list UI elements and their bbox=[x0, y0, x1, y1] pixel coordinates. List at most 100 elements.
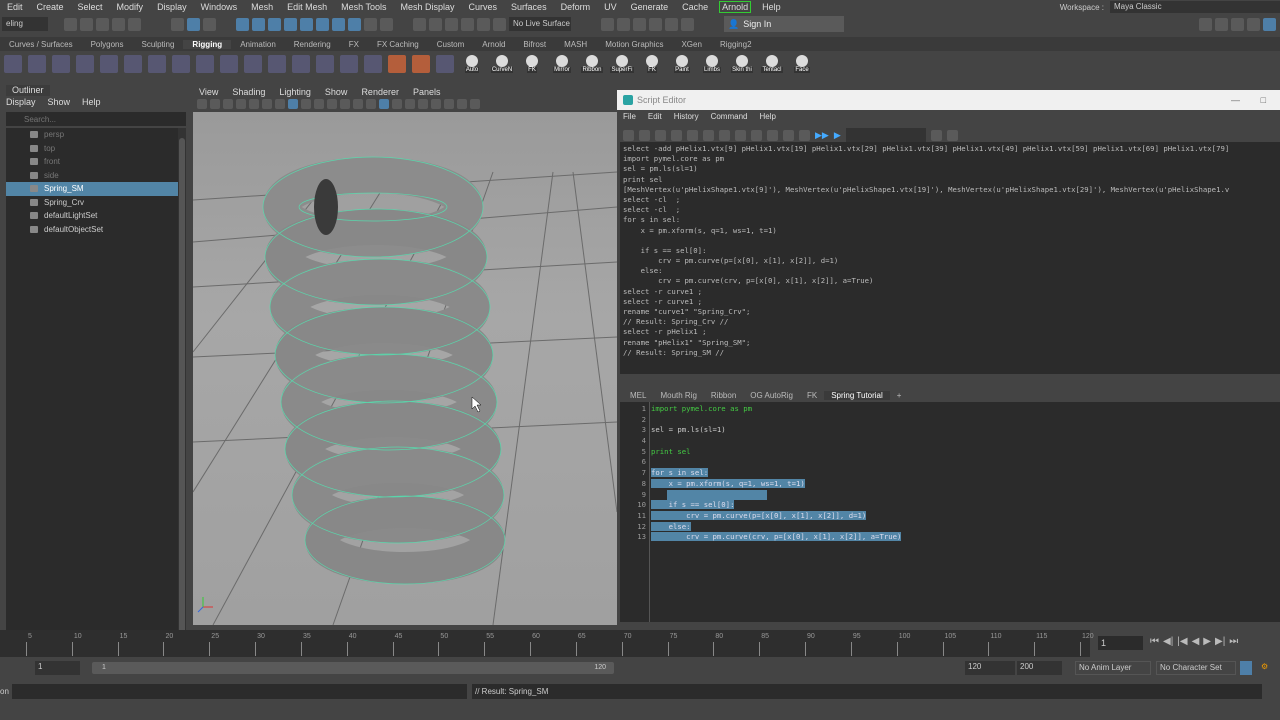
snap-icon[interactable] bbox=[316, 17, 329, 31]
safe-action-icon[interactable] bbox=[353, 99, 363, 109]
shelf-button-superfi[interactable]: SuperFi bbox=[610, 54, 634, 73]
xray-icon[interactable] bbox=[470, 99, 480, 109]
outliner-item-persp[interactable]: persp bbox=[6, 128, 178, 142]
snap-point-icon[interactable] bbox=[268, 17, 281, 31]
shelf-tool-icon[interactable] bbox=[412, 54, 430, 73]
outliner-menu-show[interactable]: Show bbox=[48, 97, 71, 107]
shelf-tab-rigging2[interactable]: Rigging2 bbox=[711, 40, 761, 49]
shelf-tab-curves-surfaces[interactable]: Curves / Surfaces bbox=[0, 40, 82, 49]
start-time-field[interactable]: 1 bbox=[35, 661, 80, 675]
clear-input-icon[interactable] bbox=[703, 129, 714, 141]
shelf-tool-icon[interactable] bbox=[52, 54, 70, 73]
snap-icon[interactable] bbox=[332, 17, 345, 31]
execute-all-icon[interactable]: ▶▶ bbox=[815, 130, 829, 141]
lights-icon[interactable] bbox=[418, 99, 428, 109]
range-slider[interactable]: 1 120 bbox=[92, 662, 614, 674]
shelf-tool-icon[interactable] bbox=[100, 54, 118, 73]
save-scene-icon[interactable] bbox=[96, 17, 109, 31]
outliner-item-defaultlightset[interactable]: defaultLightSet bbox=[6, 209, 178, 223]
sign-in-button[interactable]: 👤 Sign In bbox=[724, 16, 844, 32]
code-line[interactable]: for s in sel: bbox=[651, 468, 901, 479]
script-history-output[interactable]: select -add pHelix1.vtx[9] pHelix1.vtx[1… bbox=[620, 142, 1280, 374]
play-backwards-icon[interactable]: ◀ bbox=[1192, 636, 1200, 647]
render-view-icon[interactable] bbox=[665, 17, 678, 31]
camera-icon[interactable] bbox=[210, 99, 220, 109]
menu-arnold[interactable]: Arnold bbox=[719, 1, 752, 13]
script-tab-ribbon[interactable]: Ribbon bbox=[704, 391, 743, 400]
search-icon[interactable] bbox=[930, 129, 942, 141]
menu-generate[interactable]: Generate bbox=[624, 2, 676, 12]
code-line[interactable]: crv = pm.curve(p=[x[0], x[1], x[2]], d=1… bbox=[651, 510, 901, 522]
menu-edit-mesh[interactable]: Edit Mesh bbox=[280, 2, 334, 12]
shelf-tool-icon[interactable] bbox=[196, 54, 214, 73]
magnet-icon[interactable] bbox=[413, 17, 426, 31]
viewport-menu-lighting[interactable]: Lighting bbox=[279, 87, 311, 97]
redo-icon[interactable] bbox=[128, 17, 141, 31]
select-component-icon[interactable] bbox=[203, 17, 216, 31]
menu-modify[interactable]: Modify bbox=[110, 2, 151, 12]
shelf-button-skin-thi[interactable]: Skin thi bbox=[730, 54, 754, 73]
shelf-tool-icon[interactable] bbox=[28, 54, 46, 73]
shelf-tool-icon[interactable] bbox=[316, 54, 334, 73]
menu-mesh-display[interactable]: Mesh Display bbox=[394, 2, 462, 12]
step-back-icon[interactable]: |◀ bbox=[1177, 636, 1187, 647]
save-script-icon[interactable] bbox=[655, 129, 666, 141]
script-tab-mel[interactable]: MEL bbox=[623, 391, 653, 400]
camera-icon[interactable] bbox=[223, 99, 233, 109]
outliner-search-input[interactable] bbox=[6, 112, 186, 126]
shelf-tool-icon[interactable] bbox=[76, 54, 94, 73]
history-icon[interactable] bbox=[380, 17, 393, 31]
smooth-shade-icon[interactable] bbox=[392, 99, 402, 109]
menu-mesh-tools[interactable]: Mesh Tools bbox=[334, 2, 393, 12]
go-to-end-icon[interactable]: ⏭ bbox=[1229, 636, 1238, 647]
outliner-menu-display[interactable]: Display bbox=[6, 97, 36, 107]
select-hierarchy-icon[interactable] bbox=[171, 17, 184, 31]
grid-icon[interactable] bbox=[288, 99, 298, 109]
camera-icon[interactable] bbox=[197, 99, 207, 109]
code-line[interactable]: crv = pm.curve(crv, p=[x[0], x[1], x[2]]… bbox=[651, 532, 902, 543]
anim-layer-dropdown[interactable]: No Anim Layer bbox=[1075, 661, 1151, 675]
command-input[interactable] bbox=[12, 684, 467, 699]
shelf-tab-mash[interactable]: MASH bbox=[555, 40, 596, 49]
menu-deform[interactable]: Deform bbox=[554, 2, 598, 12]
code-line[interactable]: print sel bbox=[651, 447, 901, 458]
auto-key-icon[interactable] bbox=[1240, 661, 1252, 675]
clear-history-icon[interactable] bbox=[687, 129, 698, 141]
modeling-toolkit-icon[interactable] bbox=[1199, 17, 1212, 31]
textured-icon[interactable] bbox=[405, 99, 415, 109]
shelf-tool-icon[interactable] bbox=[340, 54, 358, 73]
wireframe-icon[interactable] bbox=[379, 99, 389, 109]
render-ipr-icon[interactable] bbox=[617, 17, 630, 31]
menu-cache[interactable]: Cache bbox=[675, 2, 715, 12]
shelf-tool-icon[interactable] bbox=[364, 54, 382, 73]
bookmark-icon[interactable] bbox=[236, 99, 246, 109]
safe-title-icon[interactable] bbox=[366, 99, 376, 109]
script-menu-command[interactable]: Command bbox=[711, 112, 748, 121]
open-scene-icon[interactable] bbox=[80, 17, 93, 31]
script-menu-help[interactable]: Help bbox=[759, 112, 775, 121]
outliner-menu-help[interactable]: Help bbox=[82, 97, 101, 107]
viewport-menu-shading[interactable]: Shading bbox=[232, 87, 265, 97]
field-chart-icon[interactable] bbox=[340, 99, 350, 109]
new-scene-icon[interactable] bbox=[64, 17, 77, 31]
script-tab-og-autorig[interactable]: OG AutoRig bbox=[743, 391, 800, 400]
echo-icon[interactable] bbox=[783, 129, 794, 141]
magnet-icon[interactable] bbox=[429, 17, 442, 31]
snap-curve-icon[interactable] bbox=[252, 17, 265, 31]
shelf-tab-fx[interactable]: FX bbox=[340, 40, 368, 49]
shadows-icon[interactable] bbox=[431, 99, 441, 109]
shelf-tool-icon[interactable] bbox=[172, 54, 190, 73]
shelf-tab-polygons[interactable]: Polygons bbox=[82, 40, 133, 49]
hypershade-icon[interactable] bbox=[649, 17, 662, 31]
outliner-item-spring_sm[interactable]: Spring_SM bbox=[6, 182, 178, 196]
shelf-tool-icon[interactable] bbox=[244, 54, 262, 73]
shelf-tab-fx-caching[interactable]: FX Caching bbox=[368, 40, 428, 49]
menu-create[interactable]: Create bbox=[30, 2, 71, 12]
outliner-item-top[interactable]: top bbox=[6, 142, 178, 156]
magnet-icon[interactable] bbox=[477, 17, 490, 31]
code-line[interactable]: import pymel.core as pm bbox=[651, 404, 901, 415]
shelf-tool-icon[interactable] bbox=[220, 54, 238, 73]
go-to-start-icon[interactable]: ⏮ bbox=[1150, 636, 1159, 647]
character-controls-icon[interactable] bbox=[1215, 17, 1228, 31]
source-script-icon[interactable] bbox=[639, 129, 650, 141]
